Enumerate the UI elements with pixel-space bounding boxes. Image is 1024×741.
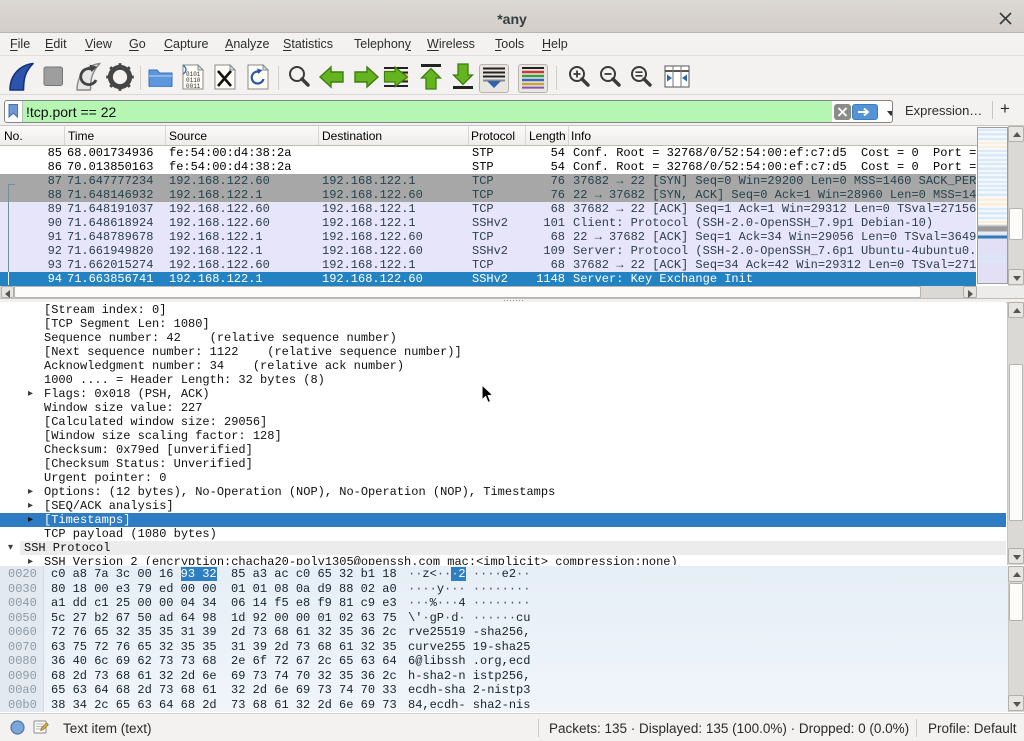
svg-text:0011: 0011 xyxy=(186,83,201,90)
